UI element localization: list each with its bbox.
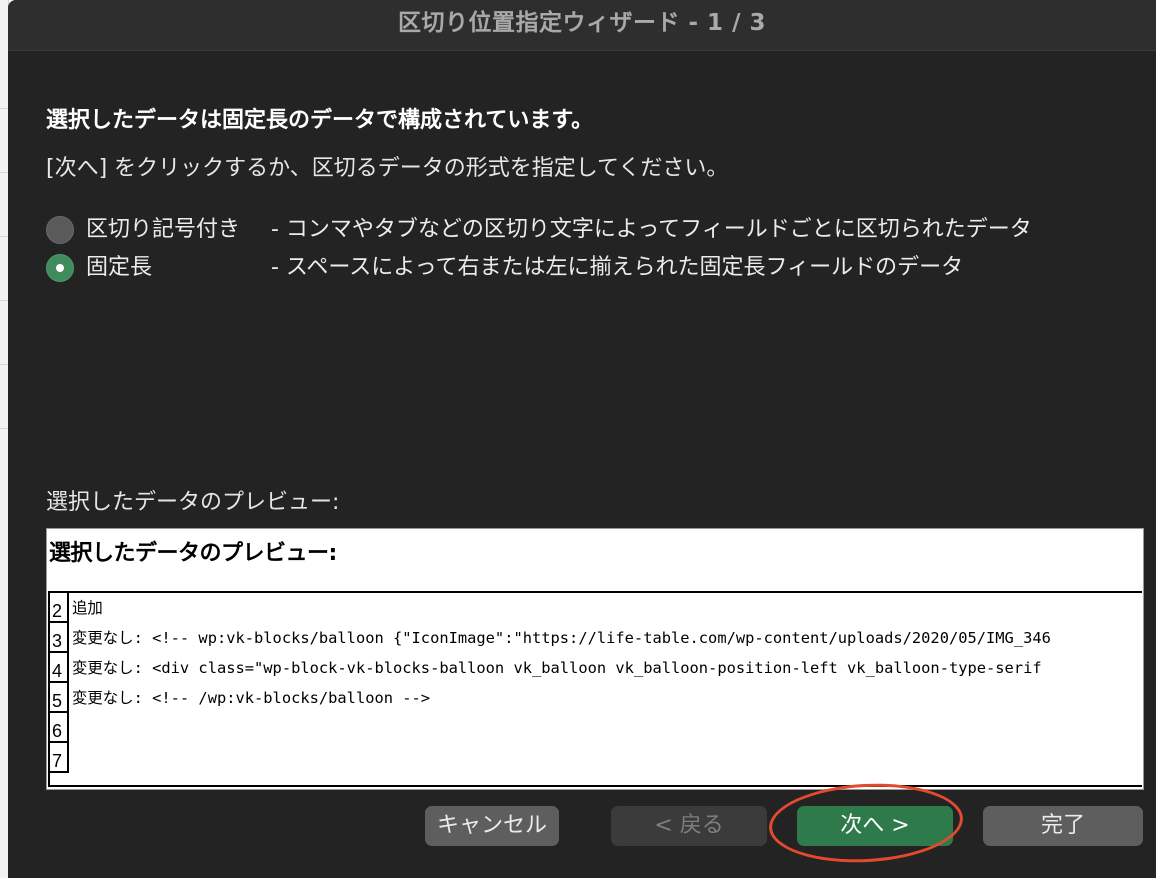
option-fixed-width-description: - スペースによって右または左に揃えられた固定長フィールドのデータ — [271, 255, 964, 280]
preview-row: 6 — [50, 713, 1142, 743]
dialog-title: 区切り位置指定ウィザード - 1 / 3 — [398, 10, 766, 36]
row-number: 4 — [50, 653, 69, 683]
preview-row: 7 — [50, 743, 1142, 773]
row-text: 変更なし: <!-- /wp:vk-blocks/balloon --> — [72, 689, 431, 707]
next-button[interactable]: 次へ > — [797, 806, 953, 846]
text-to-columns-wizard-dialog: 区切り位置指定ウィザード - 1 / 3 選択したデータは固定長のデータで構成さ… — [8, 0, 1156, 878]
option-delimited-label: 区切り記号付き — [86, 217, 241, 242]
instruction-text: [次へ] をクリックするか、区切るデータの形式を指定してください。 — [46, 156, 729, 181]
finish-button[interactable]: 完了 — [983, 806, 1143, 846]
row-number: 6 — [50, 713, 69, 743]
row-number: 5 — [50, 683, 69, 713]
row-text: 変更なし: <div class="wp-block-vk-blocks-bal… — [72, 659, 1042, 677]
radio-fixed-width[interactable] — [46, 254, 74, 282]
data-preview[interactable]: 選択したデータのプレビュー: 2 追加 3 変更なし: <!-- wp:vk-b… — [46, 528, 1144, 790]
row-text: 変更なし: <!-- wp:vk-blocks/balloon {"IconIm… — [72, 629, 1051, 647]
back-button[interactable]: < 戻る — [611, 806, 767, 846]
option-fixed-width-label: 固定長 — [86, 255, 153, 280]
cancel-button[interactable]: キャンセル — [425, 806, 559, 846]
row-text: 追加 — [72, 599, 103, 617]
preview-table: 2 追加 3 変更なし: <!-- wp:vk-blocks/balloon {… — [48, 591, 1142, 787]
row-number: 7 — [50, 743, 69, 773]
detected-format-heading: 選択したデータは固定長のデータで構成されています。 — [46, 108, 594, 133]
radio-delimited[interactable] — [46, 216, 74, 244]
row-number: 2 — [50, 593, 69, 623]
preview-row: 5 変更なし: <!-- /wp:vk-blocks/balloon --> — [50, 683, 1142, 713]
row-number: 3 — [50, 623, 69, 653]
option-fixed-width[interactable]: 固定長 - スペースによって右または左に揃えられた固定長フィールドのデータ — [46, 252, 1146, 284]
preview-row: 2 追加 — [50, 593, 1142, 623]
option-delimited-description: - コンマやタブなどの区切り文字によってフィールドごとに区切られたデータ — [271, 217, 1032, 242]
option-delimited[interactable]: 区切り記号付き - コンマやタブなどの区切り文字によってフィールドごとに区切られ… — [46, 214, 1146, 246]
preview-label: 選択したデータのプレビュー: — [46, 490, 340, 515]
preview-first-row: 選択したデータのプレビュー: — [49, 541, 337, 566]
radio-selected-dot — [56, 264, 64, 272]
preview-row: 4 変更なし: <div class="wp-block-vk-blocks-b… — [50, 653, 1142, 683]
title-bar: 区切り位置指定ウィザード - 1 / 3 — [8, 0, 1156, 51]
preview-row: 3 変更なし: <!-- wp:vk-blocks/balloon {"Icon… — [50, 623, 1142, 653]
